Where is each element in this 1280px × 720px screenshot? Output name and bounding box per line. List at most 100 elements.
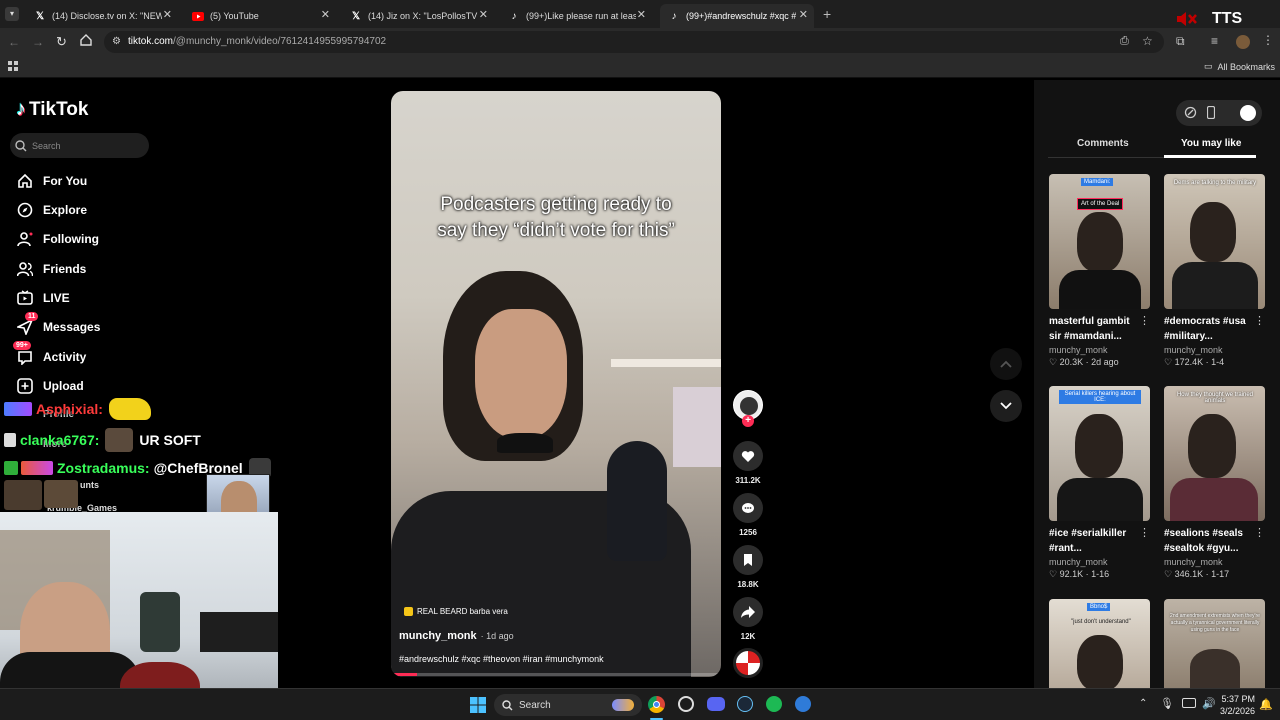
tiktok-note-icon: ♪ xyxy=(16,98,26,120)
card-title[interactable]: #ice #serialkiller #rant... xyxy=(1049,526,1141,556)
card-author[interactable]: munchy_monk xyxy=(1049,345,1150,355)
home-page-icon[interactable] xyxy=(80,34,92,46)
browser-menu-icon[interactable]: ⋮ xyxy=(1262,33,1274,47)
recommended-video-card[interactable]: Serial killers hearing about ICE: #ice #… xyxy=(1049,386,1150,580)
previous-video-button[interactable] xyxy=(990,348,1022,380)
video-thumbnail[interactable]: Dems are talking to the military xyxy=(1164,174,1265,309)
site-info-icon[interactable]: ⚙ xyxy=(112,36,121,47)
spotify-taskbar-icon[interactable] xyxy=(766,696,782,712)
browser-tab[interactable]: 𝕏 (14) Jiz on X: "LosPollosTV face ✕ xyxy=(342,4,494,28)
video-author[interactable]: munchy_monk xyxy=(399,630,477,642)
address-bar[interactable]: ⚙ tiktok.com/@munchy_monk/video/76124149… xyxy=(104,31,1164,53)
card-title[interactable]: #sealions #seals #sealtok #gyu... xyxy=(1164,526,1256,556)
close-tab-icon[interactable]: ✕ xyxy=(799,8,808,21)
like-action[interactable]: 311.2K xyxy=(732,441,764,485)
recommended-video-card[interactable]: Bbno$ "just don't understand" xyxy=(1049,599,1150,688)
bookmarks-bar: ▭ All Bookmarks xyxy=(0,56,1280,78)
bookmark-icon[interactable] xyxy=(733,545,763,575)
video-thumbnail[interactable]: Mamdani: Art of the Deal xyxy=(1049,174,1150,309)
card-more-icon[interactable]: ⋮ xyxy=(1254,314,1265,327)
notifications-icon[interactable]: 🔔 xyxy=(1259,698,1273,711)
next-video-button[interactable] xyxy=(990,390,1022,422)
card-more-icon[interactable]: ⋮ xyxy=(1139,314,1150,327)
recommended-video-card[interactable]: Mamdani: Art of the Deal masterful gambi… xyxy=(1049,174,1150,368)
video-thumbnail[interactable]: 2nd amendment extremists when they're ac… xyxy=(1164,599,1265,688)
all-bookmarks-button[interactable]: ▭ All Bookmarks xyxy=(1204,61,1275,72)
reload-icon[interactable]: ↻ xyxy=(56,34,67,50)
nav-following[interactable]: Following xyxy=(16,230,99,248)
video-progress-track[interactable] xyxy=(391,673,721,676)
heart-icon[interactable] xyxy=(733,441,763,471)
close-tab-icon[interactable]: ✕ xyxy=(321,8,330,21)
card-more-icon[interactable]: ⋮ xyxy=(1139,526,1150,539)
right-panel: Comments You may like Mamdani: Art of th… xyxy=(1034,80,1280,688)
comment-action[interactable]: 1256 xyxy=(732,493,764,537)
recommended-video-card[interactable]: Dems are talking to the military #democr… xyxy=(1164,174,1265,368)
steam-taskbar-icon[interactable] xyxy=(737,696,753,712)
browser-tab[interactable]: ♪ (99+)Like please run at least 5% ✕ xyxy=(500,4,652,28)
chrome-taskbar-icon[interactable] xyxy=(648,696,665,713)
network-icon[interactable] xyxy=(1182,698,1196,708)
nav-for-you[interactable]: For You xyxy=(16,172,87,190)
tab-you-may-like[interactable]: You may like xyxy=(1181,138,1241,149)
card-author[interactable]: munchy_monk xyxy=(1049,557,1150,567)
extensions-icon[interactable]: ⧉ xyxy=(1176,34,1185,49)
card-author[interactable]: munchy_monk xyxy=(1164,557,1265,567)
video-thumbnail[interactable]: Serial killers hearing about ICE: xyxy=(1049,386,1150,521)
media-controls-icon[interactable]: ≡ xyxy=(1211,34,1218,48)
recommended-video-card[interactable]: How they thought we trained animals #sea… xyxy=(1164,386,1265,580)
install-app-icon[interactable]: ⎙ xyxy=(1120,35,1129,48)
save-action[interactable]: 18.8K xyxy=(732,545,764,589)
mobile-view-icon[interactable] xyxy=(1207,106,1215,119)
tab-list-dropdown-icon[interactable]: ▾ xyxy=(5,7,19,21)
nav-friends[interactable]: Friends xyxy=(16,260,86,278)
back-icon[interactable]: ← xyxy=(8,35,20,49)
nav-activity[interactable]: 99+ Activity xyxy=(13,341,86,366)
discord-taskbar-icon[interactable] xyxy=(707,697,725,711)
webcam-desk xyxy=(200,612,278,652)
new-tab-button[interactable]: + xyxy=(823,6,831,22)
app-taskbar-icon[interactable] xyxy=(795,696,811,712)
windows-start-icon[interactable] xyxy=(470,697,486,713)
tray-chevron-icon[interactable]: ⌃ xyxy=(1139,698,1147,709)
close-tab-icon[interactable]: ✕ xyxy=(637,8,646,21)
profile-avatar[interactable] xyxy=(1236,35,1250,49)
sound-disc-icon[interactable] xyxy=(733,648,763,678)
video-player[interactable]: Podcasters getting ready to say they “di… xyxy=(391,91,721,677)
nav-explore[interactable]: Explore xyxy=(16,201,87,219)
video-hashtags[interactable]: #andrewschulz #xqc #theovon #iran #munch… xyxy=(399,654,604,664)
taskbar-search[interactable]: Search xyxy=(494,694,642,716)
apps-grid-icon[interactable] xyxy=(8,61,19,72)
nav-live[interactable]: LIVE xyxy=(16,289,70,307)
browser-tab-active[interactable]: ♪ (99+)#andrewschulz #xqc #theo ✕ xyxy=(660,4,814,28)
active-tab-underline xyxy=(1164,155,1256,158)
video-thumbnail[interactable]: Bbno$ "just don't understand" xyxy=(1049,599,1150,688)
browser-tab[interactable]: (5) YouTube ✕ xyxy=(184,4,336,28)
nav-messages[interactable]: 11 Messages xyxy=(16,312,100,336)
obs-taskbar-icon[interactable] xyxy=(678,696,694,712)
clock[interactable]: 5:37 PM 3/2/2026 xyxy=(1219,693,1255,717)
card-more-icon[interactable]: ⋮ xyxy=(1254,526,1265,539)
card-title[interactable]: masterful gambit sir #mamdani... xyxy=(1049,314,1141,344)
comment-icon[interactable] xyxy=(733,493,763,523)
volume-icon[interactable]: 🔊 xyxy=(1202,697,1216,710)
share-icon[interactable] xyxy=(733,597,763,627)
search-input[interactable]: Search xyxy=(10,133,149,158)
microphone-icon[interactable]: 🎙 xyxy=(1160,697,1174,710)
tab-comments[interactable]: Comments xyxy=(1077,138,1129,149)
share-action[interactable]: 12K xyxy=(732,597,764,641)
close-tab-icon[interactable]: ✕ xyxy=(479,8,488,21)
video-sound[interactable]: REAL BEARD barba vera xyxy=(404,607,508,616)
recommended-video-card[interactable]: 2nd amendment extremists when they're ac… xyxy=(1164,599,1265,688)
browser-tab[interactable]: 𝕏 (14) Disclose.tv on X: "NEW - H ✕ xyxy=(26,4,178,28)
bookmark-star-icon[interactable]: ☆ xyxy=(1142,34,1153,48)
forward-icon[interactable]: → xyxy=(32,35,44,49)
card-author[interactable]: munchy_monk xyxy=(1164,345,1265,355)
tiktok-logo[interactable]: ♪ TikTok xyxy=(16,98,88,121)
follow-plus-icon[interactable]: + xyxy=(742,415,754,427)
card-title[interactable]: #democrats #usa #military... xyxy=(1164,314,1256,344)
autoscroll-icon[interactable] xyxy=(1184,106,1197,119)
close-tab-icon[interactable]: ✕ xyxy=(163,8,172,21)
video-thumbnail[interactable]: How they thought we trained animals xyxy=(1164,386,1265,521)
theme-toggle[interactable] xyxy=(1240,105,1256,121)
